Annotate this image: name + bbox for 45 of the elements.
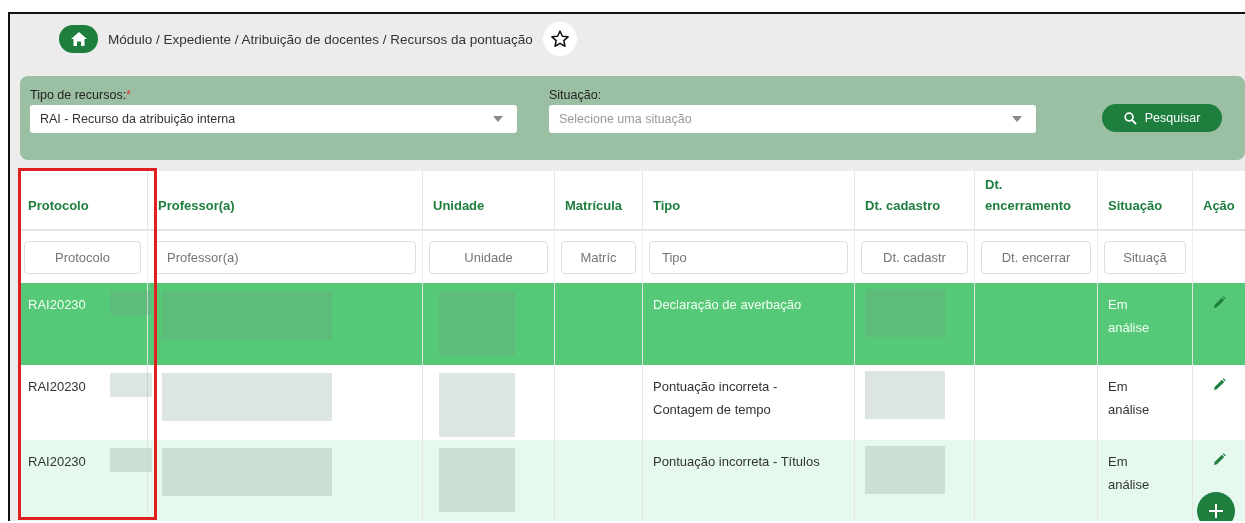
home-icon: [69, 31, 88, 47]
field-label: Situação:: [549, 88, 603, 102]
table-row[interactable]: RAI20230 Pontuação incorreta - Títulos Em análise: [18, 440, 1245, 521]
column-header: Matrícula: [565, 197, 623, 216]
table-cell: RAI20230: [28, 454, 86, 469]
column-filter-field[interactable]: Tipo: [649, 240, 848, 274]
pencil-icon[interactable]: [1213, 453, 1226, 466]
caret-icon: [1012, 116, 1022, 122]
column-filter-field[interactable]: Situaçã: [1104, 240, 1186, 274]
redacted-block: [110, 291, 152, 315]
plus-icon: [1208, 503, 1224, 519]
table-cell-text: Pontuação incorreta - Títulos: [653, 453, 821, 471]
table-cell-text: Pontuação incorreta - Contagem de tempo: [653, 378, 779, 420]
column-header: Dt. cadastro: [865, 197, 941, 216]
table-cell-text: Em análise: [1108, 453, 1148, 495]
search-button[interactable]: Pesquisar: [1102, 104, 1222, 132]
home-button[interactable]: [59, 25, 98, 53]
star-icon: [549, 29, 570, 49]
column-filter-field[interactable]: Matríc: [561, 240, 636, 274]
column-header: Situação: [1108, 197, 1163, 216]
redacted-block: [110, 373, 152, 397]
redacted-block: [110, 448, 152, 472]
field-label: Tipo de recursos:*: [30, 88, 132, 102]
column-header: Protocolo: [28, 197, 89, 216]
column-filter-field[interactable]: Protocolo: [24, 240, 141, 274]
column-header: Unidade: [433, 197, 485, 216]
table-cell-text: Declaração de averbação: [653, 296, 803, 314]
pencil-icon[interactable]: [1213, 378, 1226, 391]
column-filter-field[interactable]: Dt. encerrar: [981, 240, 1091, 274]
favorite-button[interactable]: [542, 22, 577, 56]
column-filter-field[interactable]: Professor(a): [154, 240, 416, 274]
table-cell-text: Em análise: [1108, 296, 1148, 338]
column-header: Professor(a): [158, 197, 235, 216]
table-cell-text: Em análise: [1108, 378, 1148, 420]
column-filter-field[interactable]: Dt. cadastr: [861, 240, 968, 274]
resource-type-select[interactable]: RAI - Recurso da atribuição interna: [30, 105, 517, 133]
search-icon: [1123, 111, 1137, 125]
breadcrumb: Módulo / Expediente / Atribuição de docentes / Recursos da pontuação: [108, 31, 533, 47]
column-filter-field[interactable]: Unidade: [429, 240, 548, 274]
caret-icon: [493, 116, 503, 122]
table-cell: RAI20230: [28, 297, 86, 312]
column-header: Ação: [1203, 197, 1235, 216]
column-header: Dt. encerramento: [985, 176, 1072, 216]
column-header: Tipo: [653, 197, 681, 216]
table-cell: RAI20230: [28, 379, 86, 394]
